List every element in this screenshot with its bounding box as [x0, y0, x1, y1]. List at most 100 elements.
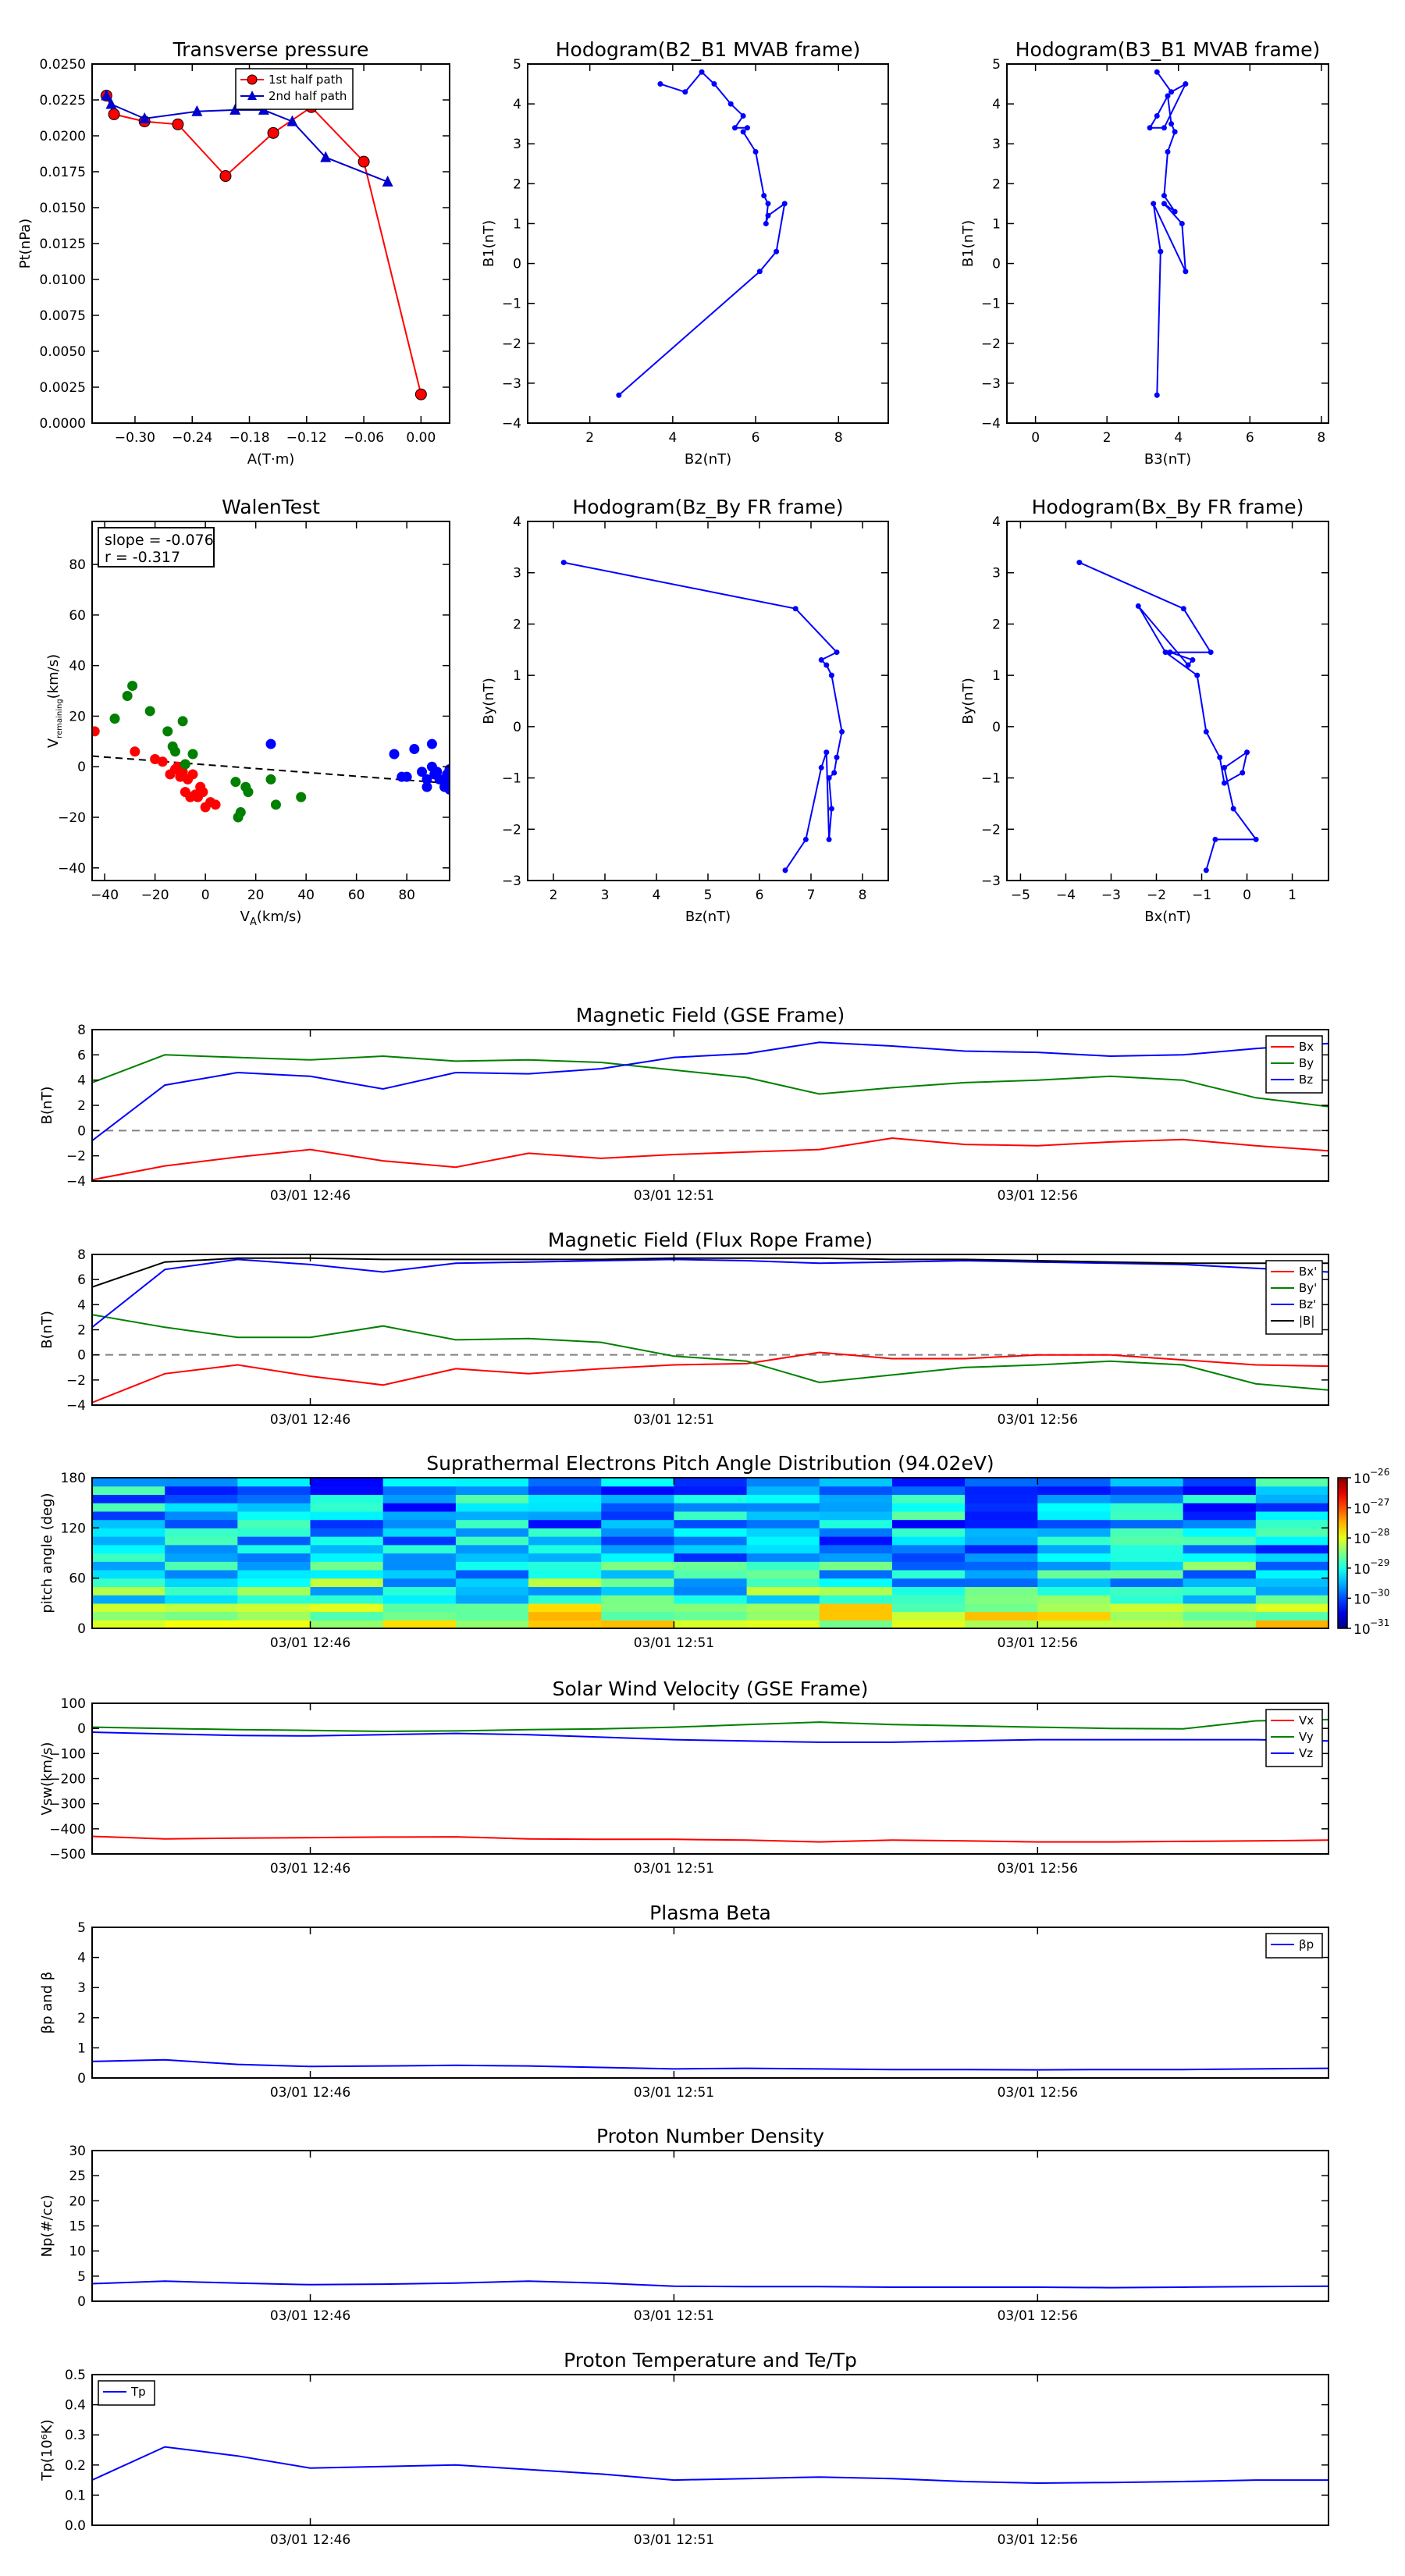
scatter-point — [426, 738, 437, 749]
heatmap-cell — [1255, 1478, 1329, 1487]
y-tick-label: −1 — [502, 297, 521, 312]
heatmap-cell — [674, 1620, 748, 1628]
y-tick-label: 4 — [513, 97, 521, 112]
heatmap-cell — [891, 1603, 966, 1613]
series-line-2 — [92, 1731, 1329, 1743]
chart-title: Transverse pressure — [173, 38, 369, 61]
heatmap-cell — [92, 1485, 165, 1496]
heatmap-cell — [746, 1494, 820, 1503]
heatmap-cell — [310, 1620, 384, 1628]
heatmap-cell — [92, 1528, 165, 1537]
axes-frame — [527, 521, 889, 881]
heatmap-cell — [310, 1510, 384, 1521]
heatmap-cell — [455, 1536, 529, 1546]
x-tick-label: −1 — [1192, 888, 1211, 903]
heatmap-cell — [528, 1611, 602, 1621]
y-axis-label: Vremaining(km/s) — [45, 654, 64, 748]
heatmap-cell — [165, 1586, 238, 1596]
x-tick-label: 03/01 12:56 — [998, 2532, 1078, 2548]
heatmap-cell — [92, 1494, 165, 1503]
heatmap-cell — [92, 1544, 165, 1554]
legend-label: βp — [1299, 1937, 1314, 1952]
plot-area — [1076, 560, 1259, 873]
heatmap-cell — [165, 1620, 238, 1628]
data-point — [781, 201, 788, 207]
heatmap-cell — [1110, 1536, 1184, 1546]
data-point — [792, 606, 799, 612]
heatmap-cell — [455, 1478, 529, 1487]
y-tick-label: 30 — [69, 2144, 86, 2159]
heatmap-cell — [455, 1553, 529, 1562]
heatmap-cell — [674, 1595, 748, 1604]
y-tick-label: 0.1 — [65, 2488, 86, 2503]
legend-box — [98, 2380, 155, 2406]
x-tick-label: 03/01 12:46 — [270, 1861, 350, 1877]
y-axis-label-sub: remaining — [55, 699, 64, 738]
data-point — [1203, 867, 1209, 873]
y-tick-label: −4 — [66, 1398, 86, 1414]
heatmap-cell — [819, 1578, 893, 1587]
heatmap-cell — [601, 1595, 675, 1604]
heatmap-cell — [165, 1503, 238, 1512]
heatmap-cell — [1183, 1478, 1257, 1487]
heatmap-cell — [1255, 1494, 1329, 1503]
panel-10: 03/01 12:46 03/01 12:51 03/01 12:56 0 1 2 3 4 5 P… — [39, 1902, 1329, 2101]
heatmap-cell — [165, 1536, 238, 1546]
heatmap-cell — [1255, 1595, 1329, 1604]
heatmap-cell — [1255, 1561, 1329, 1571]
series-line-0 — [564, 561, 843, 871]
data-point — [823, 662, 830, 668]
data-point — [1180, 606, 1186, 612]
heatmap-cell — [382, 1586, 457, 1596]
heatmap-cell — [1110, 1595, 1184, 1604]
y-axis-label: Tp(10⁶K) — [39, 2419, 55, 2481]
y-axis-label: Pt(nPa) — [17, 219, 34, 269]
data-point — [1162, 649, 1168, 656]
heatmap-cell — [965, 1611, 1038, 1621]
heatmap-cell — [455, 1595, 529, 1604]
heatmap-cell — [310, 1536, 384, 1546]
heatmap-cell — [819, 1586, 893, 1596]
heatmap-cell — [382, 1569, 457, 1579]
y-tick-label: 1 — [77, 2041, 86, 2056]
series-line-0 — [618, 70, 786, 396]
y-axis-label: Np(#/cc) — [39, 2195, 55, 2258]
data-point — [834, 754, 840, 760]
y-tick-label: −2 — [502, 822, 521, 838]
x-axis-label: A(T·m) — [247, 451, 295, 468]
data-point — [1208, 649, 1214, 656]
data-point — [1161, 125, 1167, 131]
x-tick-label: −40 — [91, 888, 119, 903]
y-tick-label: −2 — [981, 336, 1001, 352]
heatmap-cell — [237, 1553, 311, 1562]
heatmap-cell — [528, 1595, 602, 1604]
colorbar-tick-label: 10 — [1353, 1502, 1371, 1517]
plot-area — [616, 69, 788, 398]
y-tick-label: 8 — [77, 1247, 86, 1263]
heatmap-cell — [1110, 1544, 1184, 1554]
y-tick-label: 0.0000 — [40, 416, 86, 432]
y-tick-label: −3 — [981, 873, 1001, 889]
heatmap-cell — [237, 1586, 311, 1596]
heatmap-cell — [601, 1620, 675, 1628]
y-tick-label: −4 — [66, 1174, 86, 1190]
heatmap-cell — [1110, 1494, 1184, 1503]
scatter-point — [243, 787, 254, 798]
heatmap-cell — [1255, 1519, 1329, 1528]
heatmap-cell — [528, 1544, 602, 1554]
heatmap-cell — [746, 1510, 820, 1521]
heatmap-cell — [1110, 1503, 1184, 1512]
heatmap-cell — [382, 1503, 457, 1512]
x-tick-label: 80 — [398, 888, 415, 903]
heatmap-cell — [1255, 1503, 1329, 1512]
heatmap-cell — [455, 1503, 529, 1512]
heatmap-cell — [1037, 1510, 1112, 1521]
heatmap-cell — [1110, 1510, 1184, 1521]
heatmap-cell — [382, 1510, 457, 1521]
heatmap-cell — [1183, 1536, 1257, 1546]
heatmap-cell — [1255, 1536, 1329, 1546]
x-tick-label: 8 — [834, 430, 843, 446]
heatmap-cell — [1037, 1478, 1112, 1487]
scatter-point — [409, 744, 420, 755]
chart-title: Magnetic Field (GSE Frame) — [576, 1004, 845, 1026]
